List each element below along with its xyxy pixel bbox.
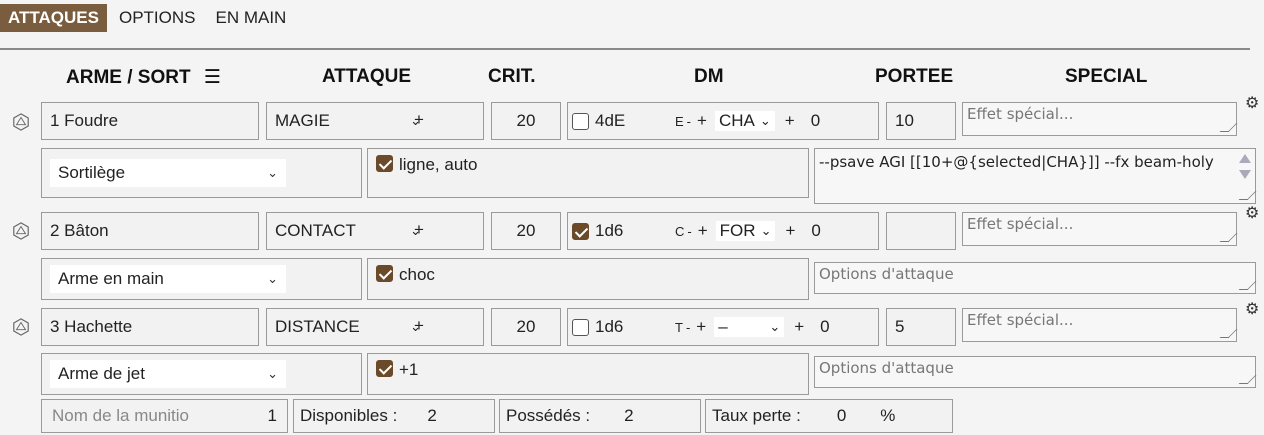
damage-checkbox[interactable] xyxy=(572,112,589,130)
resize-grip-icon[interactable] xyxy=(1219,233,1238,242)
header-crit: CRIT. xyxy=(488,66,536,87)
header-special: SPECIAL xyxy=(1065,66,1148,87)
crit-input[interactable]: 20 xyxy=(491,212,561,250)
header-arme-sort: ARME / SORT ☰ xyxy=(66,67,221,88)
option-checkbox[interactable] xyxy=(376,265,393,282)
damage-group: 1d6 C - + FOR ⌄ + 0 xyxy=(567,212,879,250)
possedes-value[interactable]: 2 xyxy=(624,406,633,426)
scroll-arrows-icon[interactable] xyxy=(1238,152,1252,182)
carac-select[interactable]: – ⌄ xyxy=(714,317,785,337)
weapon-name[interactable]: 3 Hachette xyxy=(41,308,259,346)
damage-bonus[interactable]: 0 xyxy=(811,111,820,131)
ammo-taux-perte: Taux perte : 0 % xyxy=(705,399,953,433)
attack-options-box: +1 xyxy=(367,353,809,395)
gear-icon[interactable]: ⚙ xyxy=(1245,96,1259,112)
weapon-type-select[interactable]: Arme en main ⌄ xyxy=(50,265,286,293)
weapon-type-box: Arme en main ⌄ xyxy=(41,258,362,300)
tab-options[interactable]: OPTIONS xyxy=(111,4,204,32)
ammo-name-field[interactable]: Nom de la munitio 1 xyxy=(41,399,288,433)
carac-select[interactable]: FOR ⌄ xyxy=(715,221,776,241)
damage-group: 1d6 T - + – ⌄ + 0 xyxy=(567,308,879,346)
special-effect-input[interactable]: Effet spécial... xyxy=(962,308,1238,342)
carac-select[interactable]: CHA ⌄ xyxy=(714,111,775,131)
damage-checkbox[interactable] xyxy=(572,318,589,336)
chevron-down-icon: ⌄ xyxy=(267,271,278,286)
disponibles-value[interactable]: 2 xyxy=(427,406,436,426)
option-checkbox[interactable] xyxy=(376,360,393,377)
header-portee: PORTEE xyxy=(875,66,954,87)
ammo-disponibles: Disponibles : 2 xyxy=(293,399,495,433)
weapon-type-box: Sortilège ⌄ xyxy=(41,148,362,198)
chevron-down-icon: ⌄ xyxy=(769,319,781,334)
damage-checkbox[interactable] xyxy=(572,222,589,240)
header-dm: DM xyxy=(694,66,724,87)
weapon-type-select[interactable]: Arme de jet ⌄ xyxy=(50,360,286,388)
damage-bonus[interactable]: 0 xyxy=(811,221,820,241)
attack-select[interactable]: CONTACT ⌄ xyxy=(266,212,484,250)
range-input[interactable]: 10 xyxy=(886,102,956,140)
chevron-down-icon: ⌄ xyxy=(267,165,278,180)
d20-roll-icon[interactable] xyxy=(12,113,30,131)
gear-icon[interactable]: ⚙ xyxy=(1245,302,1259,318)
special-effect-input[interactable]: Effet spécial... xyxy=(962,212,1238,246)
special-effect-input[interactable]: Effet spécial... xyxy=(962,102,1238,136)
d20-roll-icon[interactable] xyxy=(12,318,30,336)
plus-sign: + xyxy=(414,220,424,239)
weapon-type-select[interactable]: Sortilège ⌄ xyxy=(50,159,286,187)
tab-en-main[interactable]: EN MAIN xyxy=(208,4,295,32)
taux-value[interactable]: 0 xyxy=(837,406,846,426)
attack-options-box: ligne, auto xyxy=(367,148,809,198)
divider xyxy=(0,48,1250,50)
header-attaque: ATTAQUE xyxy=(322,66,412,87)
d20-roll-icon[interactable] xyxy=(12,222,30,240)
option-checkbox[interactable] xyxy=(376,155,393,172)
attack-options-textarea[interactable]: Options d'attaque xyxy=(814,356,1257,388)
chevron-down-icon: ⌄ xyxy=(267,366,278,381)
range-input[interactable]: 5 xyxy=(886,308,956,346)
resize-grip-icon[interactable] xyxy=(1219,123,1238,132)
ammo-possedes: Possédés : 2 xyxy=(499,399,701,433)
resize-grip-icon[interactable] xyxy=(1219,329,1238,338)
plus-sign: + xyxy=(414,110,424,129)
crit-input[interactable]: 20 xyxy=(491,102,561,140)
range-input[interactable] xyxy=(886,212,956,250)
resize-grip-icon[interactable] xyxy=(1238,191,1257,200)
resize-grip-icon[interactable] xyxy=(1238,375,1257,384)
damage-group: 4dE E - + CHA ⌄ + 0 xyxy=(567,102,879,140)
tab-bar: ATTAQUES OPTIONS EN MAIN xyxy=(0,0,298,36)
chevron-down-icon: ⌄ xyxy=(759,113,771,128)
attack-options-box: choc xyxy=(367,258,809,300)
attack-select[interactable]: MAGIE ⌄ xyxy=(266,102,484,140)
attack-select[interactable]: DISTANCE ⌄ xyxy=(266,308,484,346)
weapon-name[interactable]: 2 Bâton xyxy=(41,212,259,250)
resize-grip-icon[interactable] xyxy=(1238,281,1257,290)
script-textarea[interactable]: --psave AGI [[10+@{selected|CHA}]] --fx … xyxy=(814,148,1257,204)
gear-icon[interactable]: ⚙ xyxy=(1245,206,1259,222)
weapon-type-box: Arme de jet ⌄ xyxy=(41,353,362,395)
chevron-down-icon: ⌄ xyxy=(760,223,772,238)
tab-attaques[interactable]: ATTAQUES xyxy=(0,4,107,32)
weapon-name[interactable]: 1 Foudre xyxy=(41,102,259,140)
attack-options-textarea[interactable]: Options d'attaque xyxy=(814,262,1257,294)
crit-input[interactable]: 20 xyxy=(491,308,561,346)
plus-sign: + xyxy=(414,316,424,335)
damage-bonus[interactable]: 0 xyxy=(820,317,829,337)
list-icon[interactable]: ☰ xyxy=(204,67,221,88)
